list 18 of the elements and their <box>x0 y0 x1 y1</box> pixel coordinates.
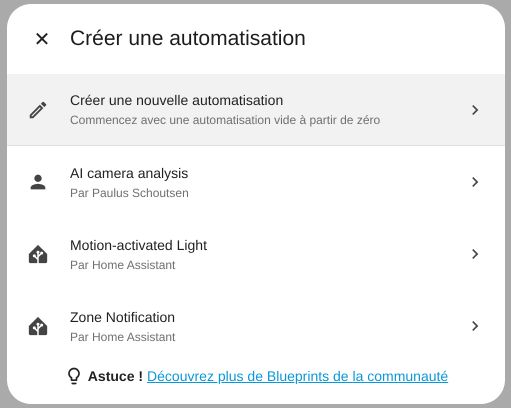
list-item[interactable]: Motion-activated Light Par Home Assistant <box>7 218 505 290</box>
item-title: Zone Notification <box>70 308 176 324</box>
item-title: Motion-activated Light <box>70 236 208 252</box>
item-subtitle: Par Paulus Schoutsen <box>70 186 190 200</box>
close-button[interactable]: ✕ <box>29 27 55 51</box>
item-subtitle: Par Home Assistant <box>70 258 176 272</box>
item-title: AI camera analysis <box>70 164 190 180</box>
pencil-icon <box>27 98 49 120</box>
dialog-title: Créer une automatisation <box>70 27 306 51</box>
house-icon <box>27 243 49 265</box>
list-item[interactable]: Zone Notification Par Home Assistant <box>7 290 505 362</box>
item-subtitle: Par Home Assistant <box>70 330 176 344</box>
item-subtitle: Commencez avec une automatisation vide à partir de zéro <box>70 113 382 127</box>
list-item[interactable]: Créer une nouvelle automatisation Commencez avec une automatisation vide à partir de zéro <box>7 74 505 146</box>
tip-label: Astuce ! <box>88 368 144 384</box>
list-item[interactable]: AI camera analysis Par Paulus Schoutsen <box>7 146 505 218</box>
item-title: Créer une nouvelle automatisation <box>70 92 284 108</box>
house-icon <box>27 315 49 337</box>
